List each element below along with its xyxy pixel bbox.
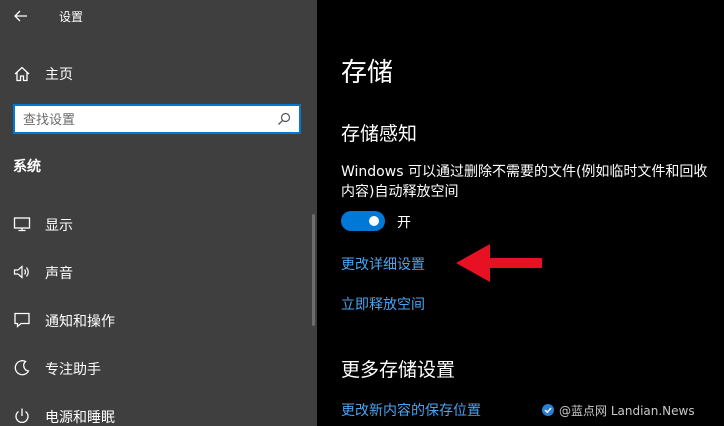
- sidebar-item-label: 显示: [45, 218, 73, 234]
- app-title: 设置: [59, 10, 84, 24]
- toggle-state-label: 开: [397, 215, 411, 231]
- sidebar-item-display[interactable]: 显示: [0, 204, 317, 244]
- title-bar: 设置: [0, 0, 317, 34]
- back-arrow-icon: [14, 10, 27, 22]
- sidebar-item-power[interactable]: 电源和睡眠: [0, 396, 317, 426]
- storage-sense-description: Windows 可以通过删除不需要的文件(例如临时文件和回收 内容)自动释放空间: [341, 162, 724, 202]
- description-line: Windows 可以通过删除不需要的文件(例如临时文件和回收: [341, 164, 708, 180]
- sidebar: 设置 主页 系统 显示 声音 通知和操作: [0, 0, 317, 426]
- display-icon: [13, 217, 31, 232]
- section-header-system: 系统: [13, 159, 41, 175]
- sidebar-scrollbar[interactable]: [312, 214, 315, 326]
- sidebar-item-sound[interactable]: 声音: [0, 252, 317, 292]
- search-box[interactable]: [13, 104, 301, 134]
- sidebar-item-home[interactable]: 主页: [0, 56, 317, 92]
- more-storage-settings-heading: 更多存储设置: [341, 359, 456, 381]
- sidebar-item-label: 电源和睡眠: [45, 410, 115, 426]
- watermark-text: @蓝点网 Landian.News: [559, 403, 695, 418]
- home-icon: [14, 66, 30, 82]
- page-title: 存储: [341, 58, 394, 88]
- sidebar-item-label: 主页: [45, 67, 73, 83]
- sidebar-item-label: 专注助手: [45, 362, 101, 378]
- change-save-location-link[interactable]: 更改新内容的保存位置: [341, 400, 481, 420]
- sidebar-item-label: 声音: [45, 266, 73, 282]
- sidebar-item-notifications[interactable]: 通知和操作: [0, 300, 317, 340]
- focus-assist-icon: [14, 360, 30, 376]
- watermark: @蓝点网 Landian.News: [541, 401, 695, 419]
- speaker-icon: [13, 265, 29, 279]
- notification-icon: [14, 312, 30, 328]
- back-button[interactable]: [10, 5, 32, 27]
- storage-sense-toggle[interactable]: [341, 211, 385, 231]
- sidebar-item-focus-assist[interactable]: 专注助手: [0, 348, 317, 388]
- red-arrow-annotation: [456, 244, 542, 282]
- toggle-knob: [369, 216, 379, 226]
- search-input[interactable]: [23, 110, 273, 130]
- search-icon[interactable]: [277, 112, 291, 126]
- configure-storage-sense-link[interactable]: 更改详细设置: [341, 254, 425, 274]
- main-content: 存储 存储感知 Windows 可以通过删除不需要的文件(例如临时文件和回收 内…: [317, 0, 724, 426]
- power-icon: [15, 408, 29, 423]
- free-up-space-now-link[interactable]: 立即释放空间: [341, 294, 425, 314]
- storage-sense-heading: 存储感知: [341, 123, 418, 145]
- sidebar-item-label: 通知和操作: [45, 314, 115, 330]
- watermark-logo-icon: [542, 404, 554, 416]
- description-line: 内容)自动释放空间: [341, 184, 459, 200]
